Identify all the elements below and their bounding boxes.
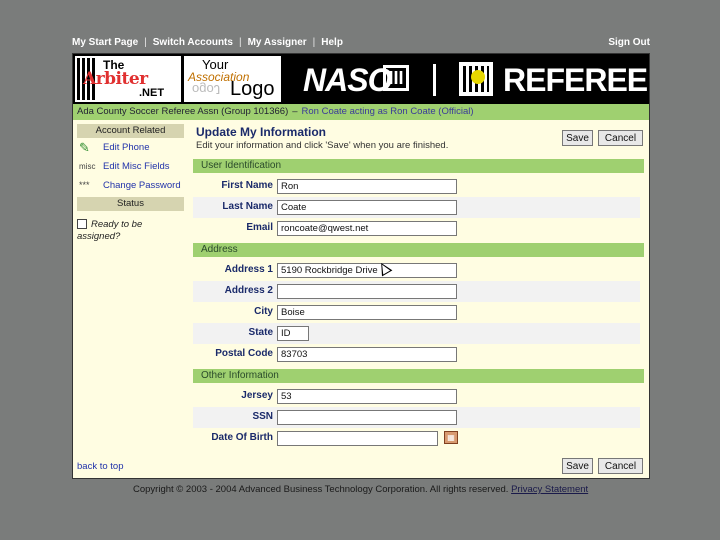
cancel-button[interactable]: Cancel [598, 130, 643, 146]
jersey-label: Jersey [241, 390, 273, 401]
nav-help[interactable]: Help [321, 37, 343, 48]
acting-as-text: Ron Coate acting as Ron Coate (Official) [301, 106, 474, 117]
state-label: State [248, 327, 273, 338]
sidebar-item-label: Edit Phone [103, 142, 150, 153]
state-row: State [193, 323, 640, 344]
jersey-row: Jersey [193, 386, 640, 407]
dob-row: Date Of Birth ▦ [193, 428, 640, 449]
arbiter-logo: The Arbiter .NET [75, 56, 181, 102]
ssn-row: SSN [193, 407, 640, 428]
top-navigation: My Start Page | Switch Accounts | My Assigne… [72, 37, 650, 51]
org-bar: Ada County Soccer Referee Assn (Group 10… [73, 104, 649, 120]
section-address: Address [193, 243, 644, 257]
email-field[interactable] [277, 221, 457, 236]
assoc-logo-text: Logo [230, 78, 275, 100]
sidebar: Account Related ✎ Edit Phone misc Edit M… [77, 124, 185, 243]
cancel-button-bottom[interactable]: Cancel [598, 458, 643, 474]
address1-row: Address 1 [193, 260, 640, 281]
address2-field[interactable] [277, 284, 457, 299]
nav-my-assigner[interactable]: My Assigner [248, 37, 307, 48]
city-label: City [254, 306, 273, 317]
sidebar-item-label: Edit Misc Fields [103, 161, 170, 172]
main-frame: The Arbiter .NET Your Association ogoJ L… [72, 53, 650, 479]
postal-code-label: Postal Code [215, 348, 273, 359]
first-name-field[interactable] [277, 179, 457, 194]
pencil-icon: ✎ [79, 140, 90, 155]
save-button-bottom[interactable]: Save [562, 458, 593, 474]
sidebar-item-label: Change Password [103, 180, 181, 191]
ssn-field[interactable] [277, 410, 457, 425]
dob-label: Date Of Birth [211, 432, 273, 443]
referee-logo-icon [459, 62, 493, 96]
page-subtitle: Edit your information and click 'Save' w… [196, 140, 449, 151]
postal-code-field[interactable] [277, 347, 457, 362]
calendar-icon[interactable]: ▦ [444, 431, 458, 444]
naso-box-icon: III [383, 65, 409, 91]
arbiter-name-text: Arbiter [83, 69, 148, 89]
first-name-label: First Name [221, 180, 273, 191]
first-name-row: First Name [193, 176, 640, 197]
referee-ball-icon [471, 70, 485, 84]
naso-logo: NASO [303, 62, 392, 98]
address1-label: Address 1 [224, 264, 273, 275]
last-name-label: Last Name [222, 201, 273, 212]
nav-my-start-page[interactable]: My Start Page [72, 37, 138, 48]
section-other-information: Other Information [193, 369, 644, 383]
sidebar-item-edit-misc-fields[interactable]: misc Edit Misc Fields [77, 157, 185, 176]
banner-divider [433, 64, 436, 96]
footer: Copyright © 2003 - 2004 Advanced Busines… [133, 484, 588, 495]
arbiter-net-text: .NET [139, 87, 165, 99]
sidebar-heading-status: Status [77, 197, 184, 211]
ready-checkbox[interactable] [77, 219, 87, 230]
privacy-statement-link[interactable]: Privacy Statement [511, 484, 588, 495]
copyright-text: Copyright © 2003 - 2004 Advanced Busines… [133, 484, 509, 495]
section-user-identification: User Identification [193, 159, 644, 173]
nav-switch-accounts[interactable]: Switch Accounts [153, 37, 233, 48]
back-to-top-link[interactable]: back to top [77, 461, 123, 472]
address2-label: Address 2 [224, 285, 273, 296]
jersey-field[interactable] [277, 389, 457, 404]
sidebar-item-edit-phone[interactable]: ✎ Edit Phone [77, 138, 185, 157]
sidebar-heading-account: Account Related [77, 124, 184, 138]
assoc-logo-reflection: ogoJ [192, 82, 221, 97]
state-field[interactable] [277, 326, 309, 341]
password-icon: *** [79, 180, 90, 190]
address1-field[interactable] [277, 263, 457, 278]
ssn-label: SSN [252, 411, 273, 422]
nav-separator: | [144, 37, 147, 48]
org-name: Ada County Soccer Referee Assn (Group 10… [77, 106, 289, 117]
misc-icon: misc [79, 162, 96, 171]
dob-field[interactable] [277, 431, 438, 446]
ready-to-be-assigned: Ready to be assigned? [77, 219, 185, 243]
save-button[interactable]: Save [562, 130, 593, 146]
referee-logo-text: REFEREE [503, 62, 648, 98]
address2-row: Address 2 [193, 281, 640, 302]
postal-code-row: Postal Code [193, 344, 640, 365]
sidebar-item-change-password[interactable]: *** Change Password [77, 176, 185, 195]
nav-separator: | [312, 37, 316, 48]
association-logo: Your Association ogoJ Logo [184, 56, 281, 102]
last-name-field[interactable] [277, 200, 457, 215]
city-row: City [193, 302, 640, 323]
city-field[interactable] [277, 305, 457, 320]
last-name-row: Last Name [193, 197, 640, 218]
email-row: Email [193, 218, 640, 239]
page-title: Update My Information [196, 125, 327, 139]
sign-out-link[interactable]: Sign Out [608, 37, 650, 48]
header-banner: The Arbiter .NET Your Association ogoJ L… [73, 54, 649, 104]
top-nav-links: My Start Page | Switch Accounts | My Assigne… [72, 37, 343, 48]
email-label: Email [246, 222, 273, 233]
org-separator: – [292, 106, 298, 117]
nav-separator: | [238, 37, 242, 48]
